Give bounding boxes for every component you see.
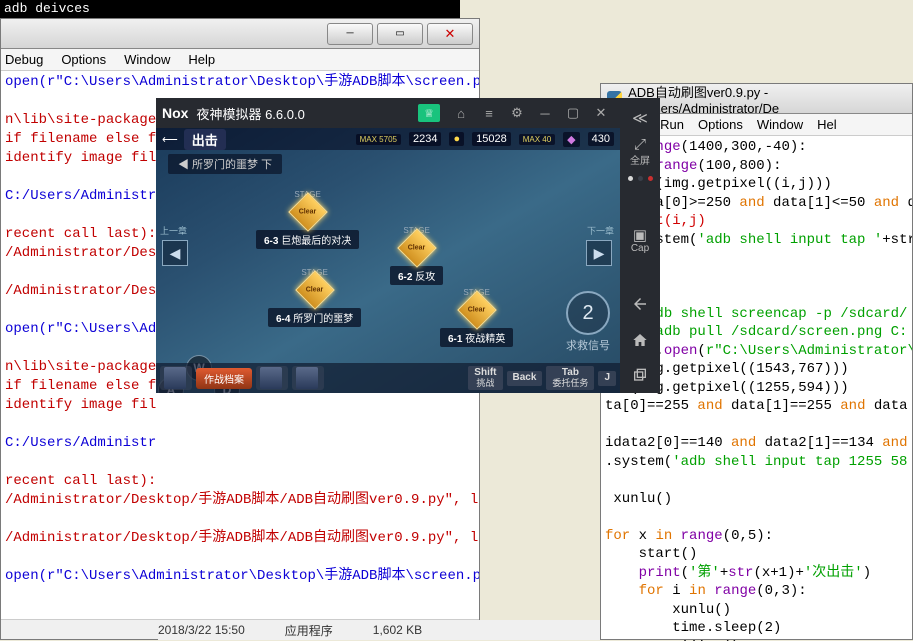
menu-debug[interactable]: Debug bbox=[5, 52, 43, 67]
window-titlebar: ─ ▭ ✕ bbox=[1, 19, 479, 49]
prev-chapter-button[interactable]: ◀ bbox=[162, 240, 188, 266]
stat-max1: MAX 5705 bbox=[356, 134, 401, 145]
portrait-2[interactable] bbox=[256, 366, 288, 390]
vip-icon[interactable]: ♕ bbox=[418, 104, 440, 122]
game-bottombar: 作战档案 Shift挑战 Back Tab委托任务 J bbox=[156, 363, 620, 393]
file-time: 2018/3/22 15:50 bbox=[158, 623, 245, 637]
menubar: Debug Options Window Help bbox=[1, 49, 479, 71]
rescue-label: 求救信号 bbox=[566, 337, 610, 353]
battle-archive-button[interactable]: 作战档案 bbox=[196, 368, 252, 389]
back-arrow-icon[interactable]: ⟵ bbox=[162, 133, 178, 146]
minimize-button[interactable]: ─ bbox=[327, 23, 373, 45]
close-button[interactable]: ✕ bbox=[427, 23, 473, 45]
stage-6-4[interactable]: STAGE Clear 6-4 所罗门的噩梦 bbox=[268, 268, 361, 327]
capture-button[interactable]: ▣Cap bbox=[628, 229, 652, 253]
menu-help[interactable]: Help bbox=[188, 52, 215, 67]
stage-6-1[interactable]: STAGE Clear 6-1 夜战精英 bbox=[440, 288, 513, 347]
fullscreen-button[interactable]: ⤢全屏 bbox=[628, 140, 652, 164]
next-label: 下一章 bbox=[587, 224, 614, 237]
stat-ap: 430 bbox=[588, 132, 614, 146]
menu-icon[interactable]: ≡ bbox=[482, 106, 496, 120]
android-home-button[interactable] bbox=[631, 331, 649, 349]
nox-title-text: 夜神模拟器 6.6.0.0 bbox=[196, 104, 418, 123]
next-chapter-button[interactable]: ▶ bbox=[586, 240, 612, 266]
nox-sidebar: ≪ ⤢全屏 ▣Cap bbox=[620, 98, 660, 393]
file-size: 1,602 KB bbox=[373, 623, 422, 637]
stat-gold: 15028 bbox=[472, 132, 511, 146]
close-icon[interactable]: ✕ bbox=[594, 106, 608, 120]
menu-help2[interactable]: Hel bbox=[817, 117, 837, 132]
nox-logo: Nox bbox=[162, 105, 188, 121]
file-info-strip: 2018/3/22 15:50 应用程序 1,602 KB bbox=[158, 620, 658, 640]
android-back-button[interactable] bbox=[631, 295, 649, 313]
key-tab[interactable]: Tab委托任务 bbox=[546, 366, 594, 390]
portrait-3[interactable] bbox=[292, 366, 324, 390]
terminal-command: adb deivces bbox=[0, 0, 460, 18]
nox-titlebar: Nox 夜神模拟器 6.6.0.0 ♕ ⌂ ≡ ⚙ ─ ▢ ✕ bbox=[156, 98, 620, 128]
maximize-button[interactable]: ▭ bbox=[377, 23, 423, 45]
file-type: 应用程序 bbox=[285, 622, 333, 639]
stat-oil: 2234 bbox=[409, 132, 441, 146]
key-j[interactable]: J bbox=[598, 371, 616, 386]
menu-options[interactable]: Options bbox=[61, 52, 106, 67]
attack-label: 出击 bbox=[184, 129, 226, 150]
editor-title: ADB自动刷图ver0.9.py - C:/Users/Administrato… bbox=[628, 82, 906, 116]
chapter-subtitle[interactable]: ◀ 所罗门的噩梦 下 bbox=[168, 154, 282, 174]
stage-6-2[interactable]: STAGE Clear 6-2 反攻 bbox=[390, 226, 443, 285]
indicator-dots bbox=[628, 176, 653, 181]
rescue-signal[interactable]: 2 求救信号 bbox=[566, 291, 610, 353]
nox-emulator-window: Nox 夜神模拟器 6.6.0.0 ♕ ⌂ ≡ ⚙ ─ ▢ ✕ ⟵ 出击 MAX… bbox=[156, 98, 660, 393]
stage-6-3[interactable]: STAGE Clear 6-3 巨炮最后的对决 bbox=[256, 190, 359, 249]
menu-options2[interactable]: Options bbox=[698, 117, 743, 132]
stat-max2: MAX 40 bbox=[519, 134, 555, 145]
menu-run[interactable]: Run bbox=[660, 117, 684, 132]
minimize-icon[interactable]: ─ bbox=[538, 106, 552, 120]
game-screen[interactable]: ⟵ 出击 MAX 5705 2234 ● 15028 MAX 40 ◆ 430 … bbox=[156, 128, 620, 393]
key-shift[interactable]: Shift挑战 bbox=[468, 366, 502, 390]
collapse-sidebar-button[interactable]: ≪ bbox=[628, 106, 652, 130]
rescue-count: 2 bbox=[582, 302, 593, 325]
menu-window2[interactable]: Window bbox=[757, 117, 803, 132]
android-recents-button[interactable] bbox=[631, 367, 649, 385]
menu-window[interactable]: Window bbox=[124, 52, 170, 67]
home-icon[interactable]: ⌂ bbox=[454, 106, 468, 120]
key-back[interactable]: Back bbox=[507, 371, 543, 386]
resource-stats: MAX 5705 2234 ● 15028 MAX 40 ◆ 430 bbox=[356, 132, 614, 147]
game-topbar: ⟵ 出击 MAX 5705 2234 ● 15028 MAX 40 ◆ 430 bbox=[156, 128, 620, 150]
portrait-1[interactable] bbox=[160, 366, 192, 390]
prev-label: 上一章 bbox=[160, 224, 187, 237]
maximize-icon[interactable]: ▢ bbox=[566, 106, 580, 120]
gear-icon[interactable]: ⚙ bbox=[510, 106, 524, 120]
